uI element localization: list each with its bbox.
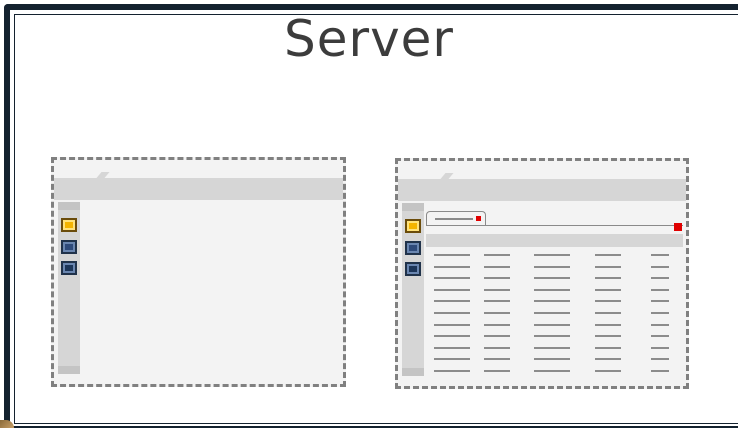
table-cell-placeholder	[434, 370, 470, 372]
table-cell-placeholder	[595, 370, 621, 372]
table-cell-placeholder	[595, 265, 621, 268]
tab-label-placeholder	[435, 218, 473, 220]
yellow-square-button-icon[interactable]	[405, 219, 421, 233]
table-cell-placeholder	[484, 370, 510, 372]
page-title: Server	[284, 10, 454, 68]
table-cell-placeholder	[651, 288, 669, 291]
table-cell-placeholder	[595, 358, 621, 361]
table-cell-placeholder	[484, 254, 510, 256]
table-cell-placeholder	[484, 335, 510, 338]
table-cell-placeholder	[434, 335, 470, 338]
table-cell-placeholder	[434, 346, 470, 349]
table-cell-placeholder	[534, 265, 570, 268]
table-cell-placeholder	[484, 346, 510, 349]
table-cell-placeholder	[595, 254, 621, 256]
table-cell-placeholder	[534, 335, 570, 338]
table-cell-placeholder	[534, 358, 570, 361]
table-cell-placeholder	[651, 254, 669, 256]
table-cell-placeholder	[595, 335, 621, 338]
table-cell-placeholder	[534, 300, 570, 303]
table-cell-placeholder	[484, 358, 510, 361]
table-cell-placeholder	[651, 335, 669, 338]
table-cell-placeholder	[534, 277, 570, 280]
table-cell-placeholder	[651, 277, 669, 280]
window-titlebar	[398, 179, 686, 201]
table-header	[426, 234, 683, 247]
table-cell-placeholder	[484, 300, 510, 303]
table-cell-placeholder	[595, 323, 621, 326]
table-cell-placeholder	[434, 254, 470, 256]
table-cell-placeholder	[484, 323, 510, 326]
close-marker-icon[interactable]	[674, 223, 682, 231]
table-cell-placeholder	[434, 288, 470, 291]
sidebar-header	[58, 202, 80, 210]
table-cell-placeholder	[651, 358, 669, 361]
table-cell-placeholder	[484, 265, 510, 268]
window-sidebar	[402, 203, 424, 376]
window-left	[51, 157, 346, 387]
window-right	[395, 158, 689, 389]
table-cell-placeholder	[484, 312, 510, 314]
table-cell-placeholder	[534, 370, 570, 372]
window-sidebar	[58, 202, 80, 374]
blue-square-button-icon[interactable]	[405, 241, 421, 255]
window-titlebar	[54, 178, 343, 200]
table-cell-placeholder	[434, 323, 470, 326]
tab-item[interactable]	[426, 211, 486, 225]
table-cell-placeholder	[651, 323, 669, 326]
table-cell-placeholder	[595, 346, 621, 349]
table-cell-placeholder	[534, 346, 570, 349]
table-cell-placeholder	[595, 277, 621, 280]
sidebar-header	[402, 203, 424, 211]
sidebar-footer	[402, 368, 424, 376]
table-cell-placeholder	[595, 300, 621, 303]
blue-square-button-icon[interactable]	[61, 240, 77, 254]
sidebar-footer	[58, 366, 80, 374]
table-cell-placeholder	[434, 312, 470, 314]
table-cell-placeholder	[434, 277, 470, 280]
table-cell-placeholder	[434, 265, 470, 268]
close-marker-icon[interactable]	[476, 216, 481, 221]
table-cell-placeholder	[534, 288, 570, 291]
table-cell-placeholder	[534, 254, 570, 256]
blue-square-button-icon[interactable]	[61, 261, 77, 275]
table-cell-placeholder	[434, 358, 470, 361]
table-cell-placeholder	[595, 312, 621, 314]
table-cell-placeholder	[651, 346, 669, 349]
blue-square-button-icon[interactable]	[405, 262, 421, 276]
yellow-square-button-icon[interactable]	[61, 218, 77, 232]
table-cell-placeholder	[595, 288, 621, 291]
table-cell-placeholder	[651, 370, 669, 372]
table-cell-placeholder	[484, 277, 510, 280]
table-cell-placeholder	[651, 312, 669, 314]
table-cell-placeholder	[651, 300, 669, 303]
tab-bar	[426, 209, 683, 226]
table-cell-placeholder	[534, 323, 570, 326]
table-cell-placeholder	[651, 265, 669, 268]
table-cell-placeholder	[484, 288, 510, 291]
table-cell-placeholder	[434, 300, 470, 303]
table-cell-placeholder	[534, 312, 570, 314]
